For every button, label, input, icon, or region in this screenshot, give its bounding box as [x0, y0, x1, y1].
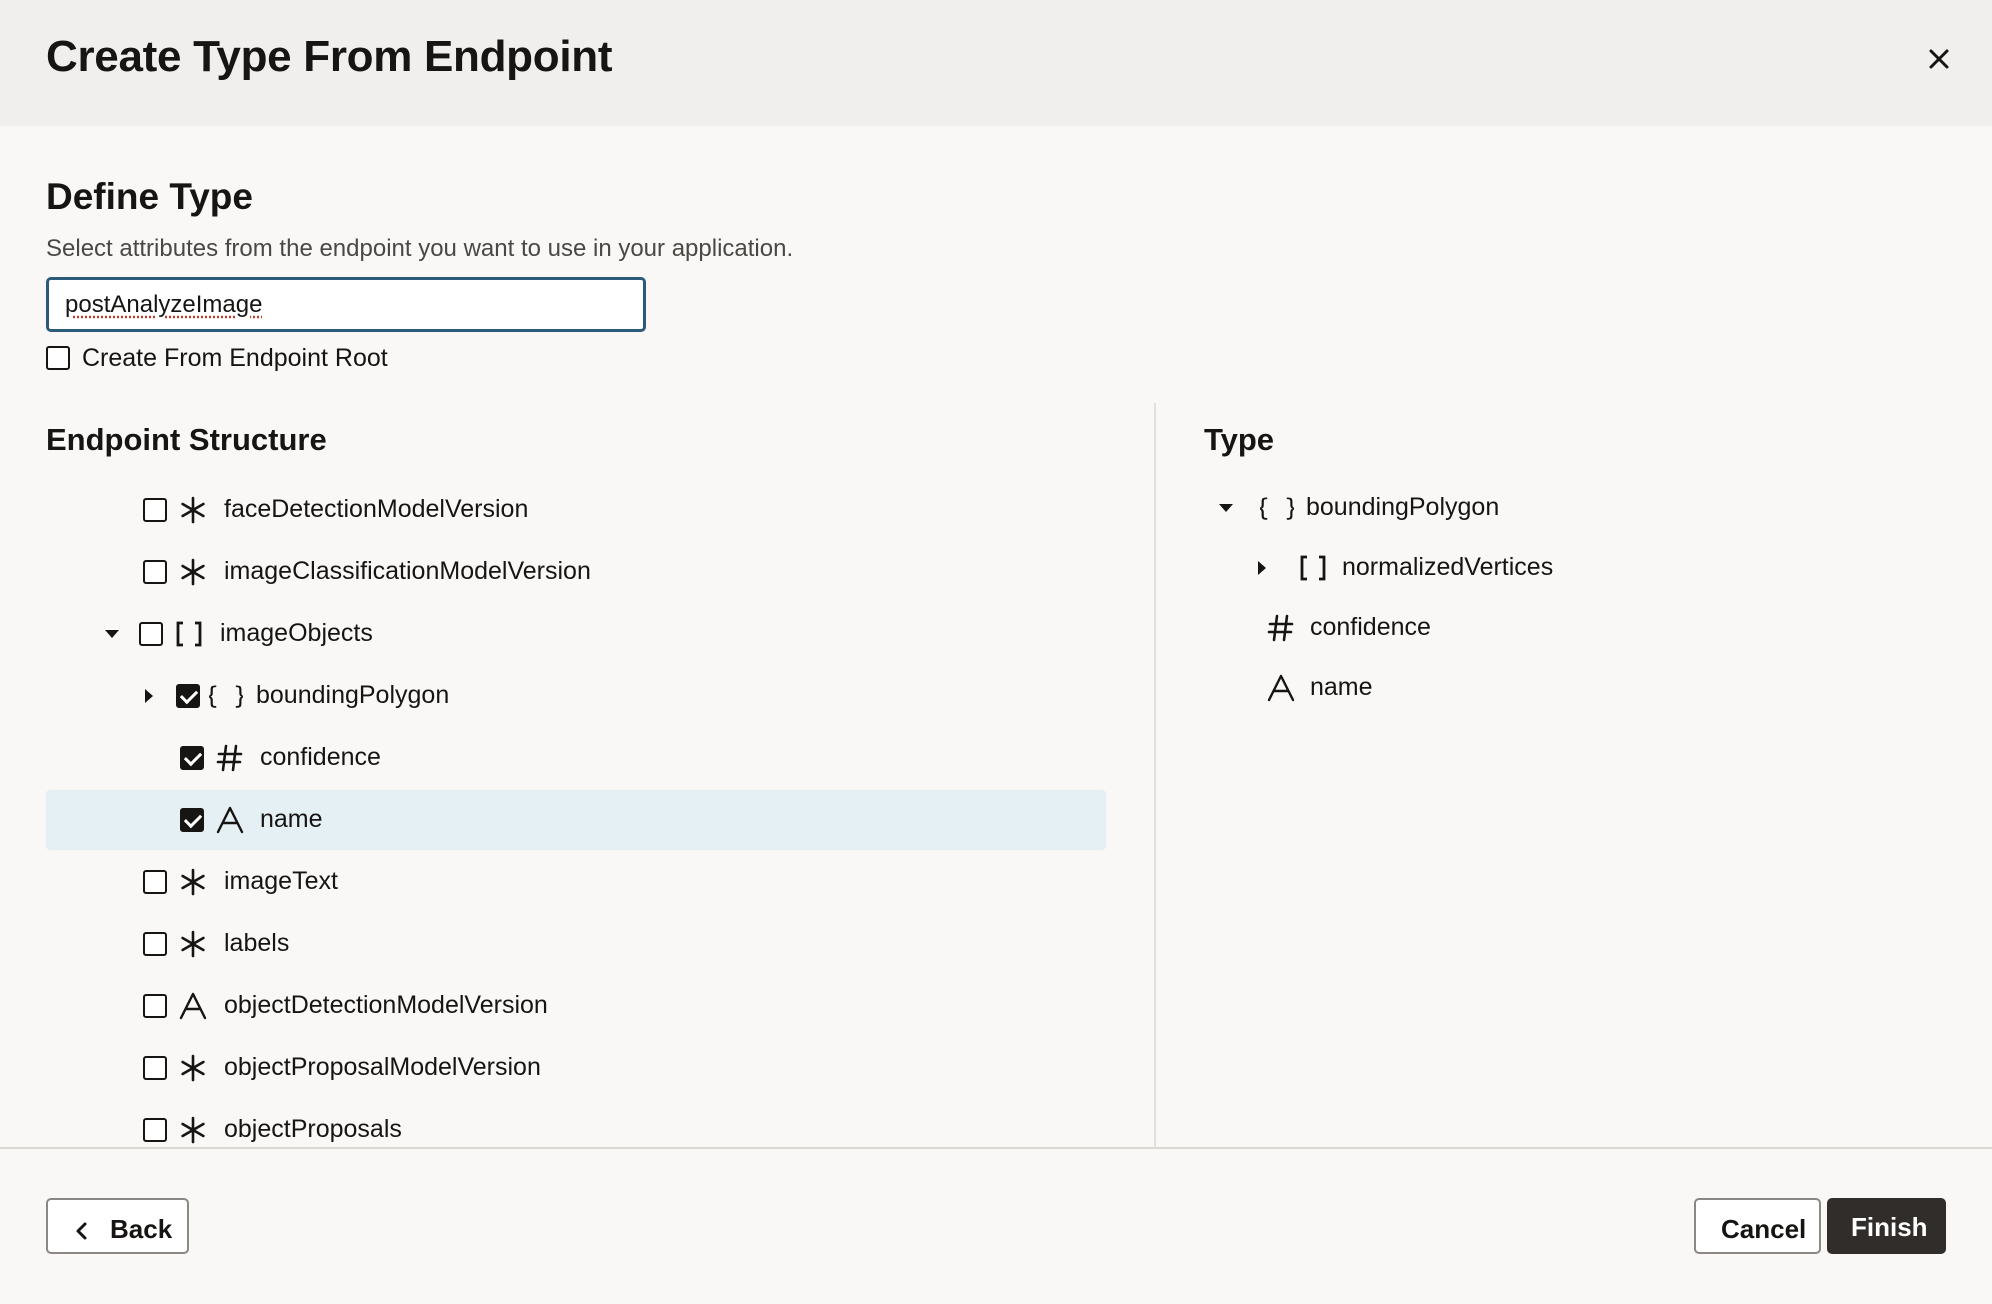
tree-row[interactable]: confidence	[46, 728, 1106, 788]
tree-row-checkbox[interactable]	[176, 684, 200, 708]
tree-row-label: objectProposalModelVersion	[224, 1053, 541, 1081]
string-icon	[176, 989, 210, 1023]
tree-row-label: imageObjects	[220, 619, 373, 647]
tree-row[interactable]: name	[46, 790, 1106, 850]
any-type-icon	[176, 1113, 210, 1146]
back-button-label: Back	[110, 1214, 173, 1244]
cancel-button-label: Cancel	[1721, 1214, 1807, 1244]
endpoint-structure-heading: Endpoint Structure	[46, 422, 327, 457]
caret-right-icon[interactable]	[139, 686, 159, 706]
array-icon	[1296, 551, 1330, 585]
tree-row-label: imageText	[224, 867, 338, 895]
tree-row-label: imageClassificationModelVersion	[224, 557, 591, 585]
back-button[interactable]: Back	[46, 1198, 189, 1254]
number-icon	[1264, 611, 1298, 645]
finish-button[interactable]: Finish	[1827, 1198, 1946, 1254]
number-icon	[213, 741, 247, 775]
cancel-button[interactable]: Cancel	[1694, 1198, 1821, 1254]
tree-row-checkbox[interactable]	[180, 746, 204, 770]
tree-row-checkbox[interactable]	[143, 1056, 167, 1080]
create-from-root-checkbox[interactable]	[46, 346, 70, 370]
tree-row-label: labels	[224, 929, 290, 957]
any-type-icon	[176, 493, 210, 527]
dialog-title: Create Type From Endpoint	[46, 32, 613, 81]
tree-row[interactable]: faceDetectionModelVersion	[46, 480, 1106, 540]
tree-row-label: objectProposals	[224, 1115, 402, 1143]
tree-row-label: objectDetectionModelVersion	[224, 991, 548, 1019]
type-name-input[interactable]	[46, 277, 646, 332]
svg-text:{ }: { }	[209, 682, 243, 710]
caret-down-icon[interactable]	[1216, 498, 1236, 518]
type-tree-row[interactable]: confidence	[1204, 598, 1904, 658]
tree-row-label: boundingPolygon	[256, 681, 450, 709]
tree-row-checkbox[interactable]	[143, 994, 167, 1018]
define-type-description: Select attributes from the endpoint you …	[46, 235, 794, 262]
panel-divider	[1154, 403, 1156, 1148]
tree-row-checkbox[interactable]	[143, 1118, 167, 1142]
array-icon	[172, 617, 206, 651]
tree-row-checkbox[interactable]	[139, 622, 163, 646]
type-panel-heading: Type	[1204, 422, 1275, 457]
type-tree-row[interactable]: normalizedVertices	[1204, 538, 1904, 598]
tree-row[interactable]: objectProposalModelVersion	[46, 1038, 1106, 1098]
any-type-icon	[176, 555, 210, 589]
any-type-icon	[176, 865, 210, 899]
type-tree-row-label: confidence	[1310, 613, 1431, 641]
tree-row-checkbox[interactable]	[143, 932, 167, 956]
type-tree-row[interactable]: name	[1204, 658, 1904, 718]
endpoint-structure-tree[interactable]: faceDetectionModelVersion imageClassifica…	[46, 480, 1106, 1146]
tree-row-label: confidence	[260, 743, 381, 771]
type-tree-row-label: boundingPolygon	[1306, 493, 1500, 521]
tree-row[interactable]: objectDetectionModelVersion	[46, 976, 1106, 1036]
tree-row-checkbox[interactable]	[143, 870, 167, 894]
tree-row-label: name	[260, 805, 323, 833]
type-tree-row-label: normalizedVertices	[1342, 553, 1554, 581]
dialog-header: Create Type From Endpoint	[0, 0, 1992, 126]
tree-row[interactable]: imageText	[46, 852, 1106, 912]
create-from-root-label: Create From Endpoint Root	[82, 344, 388, 372]
tree-row[interactable]: objectProposals	[46, 1100, 1106, 1146]
tree-row-label: faceDetectionModelVersion	[224, 495, 529, 523]
tree-row[interactable]: { } boundingPolygon	[46, 666, 1106, 726]
tree-row-checkbox[interactable]	[143, 560, 167, 584]
object-icon: { }	[1260, 491, 1294, 525]
tree-row[interactable]: imageClassificationModelVersion	[46, 542, 1106, 602]
string-icon	[213, 803, 247, 837]
define-type-heading: Define Type	[46, 176, 253, 217]
chevron-left-icon	[72, 1217, 92, 1248]
footer-divider	[0, 1147, 1992, 1149]
caret-right-icon[interactable]	[1252, 558, 1272, 578]
any-type-icon	[176, 927, 210, 961]
tree-row[interactable]: labels	[46, 914, 1106, 974]
svg-text:{ }: { }	[1260, 494, 1294, 522]
any-type-icon	[176, 1051, 210, 1085]
tree-row-checkbox[interactable]	[180, 808, 204, 832]
caret-down-icon[interactable]	[102, 624, 122, 644]
string-icon	[1264, 671, 1298, 705]
type-tree: { } boundingPolygon normalizedVertices conf…	[1204, 478, 1904, 778]
tree-row[interactable]: imageObjects	[46, 604, 1106, 664]
close-icon[interactable]	[1922, 42, 1956, 76]
type-tree-row[interactable]: { } boundingPolygon	[1204, 478, 1904, 538]
type-tree-row-label: name	[1310, 673, 1373, 701]
tree-row-checkbox[interactable]	[143, 498, 167, 522]
finish-button-label: Finish	[1851, 1212, 1928, 1242]
object-icon: { }	[209, 679, 243, 713]
